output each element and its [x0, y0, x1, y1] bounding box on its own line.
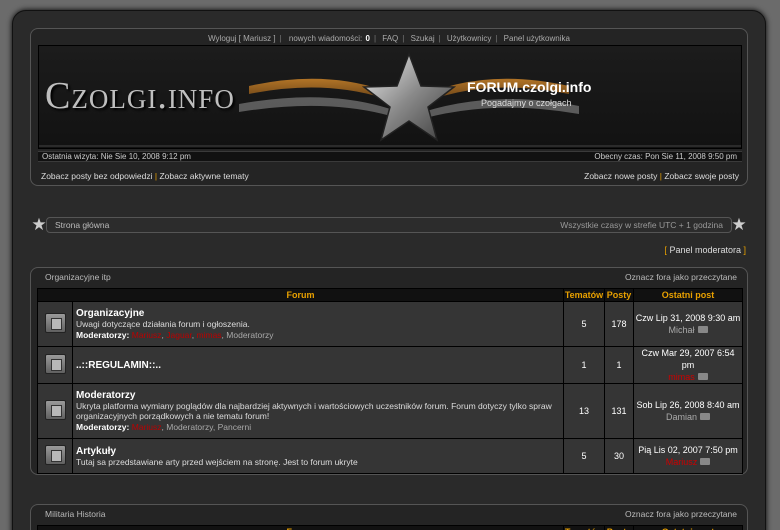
moderator-panel-link[interactable]: [ Panel moderatora ]	[664, 245, 746, 255]
topics-count: 5	[563, 438, 605, 474]
user-panel-link[interactable]: Panel użytkownika	[504, 34, 570, 43]
forum-row: Moderatorzy Ukryta platforma wymiany pog…	[37, 383, 743, 439]
last-post-user[interactable]: Michał	[668, 325, 694, 335]
folder-icon	[44, 444, 66, 465]
forum-row: Artykuły Tutaj sa przedstawiane arty prz…	[37, 438, 743, 474]
folder-icon	[44, 353, 66, 374]
forum-row: ..::REGULAMIN::.. 1 1 Czw Mar 29, 2007 6…	[37, 346, 743, 384]
folder-icon	[44, 399, 66, 420]
site-logo: Czolgi.info	[45, 75, 235, 117]
posts-count: 1	[604, 346, 634, 384]
last-post-column-header: Ostatni post	[633, 525, 743, 530]
goto-post-icon[interactable]	[697, 326, 708, 333]
search-link[interactable]: Szukaj	[411, 34, 435, 43]
last-post-cell: Czw Mar 29, 2007 6:54 pm mimas	[633, 346, 743, 384]
last-post-cell: Czw Lip 31, 2008 9:30 am Michał	[633, 301, 743, 347]
site-description: Pogadajmy o czołgach	[481, 98, 572, 108]
star-right-icon: ★	[731, 215, 747, 234]
logout-link[interactable]: Wyloguj [ Mariusz ]	[208, 34, 276, 43]
moderator-group-link[interactable]: Moderatorzy, Pancerni	[166, 422, 251, 432]
posts-count: 131	[604, 383, 634, 439]
last-post-cell: Sob Lip 26, 2008 8:40 am Damian	[633, 383, 743, 439]
category-header: Militaria Historia Oznacz fora jako prze…	[31, 505, 747, 523]
category-name[interactable]: Organizacyjne itp	[45, 272, 111, 282]
forum-description: Tutaj sa przedstawiane arty przed wejści…	[76, 456, 358, 467]
forum-description: Uwagi dotyczące działania forum i ogłosz…	[76, 319, 250, 329]
new-messages-count: 0	[365, 34, 370, 43]
new-messages-link[interactable]: nowych wiadomości: 0	[288, 34, 370, 43]
forum-title[interactable]: ..::REGULAMIN::..	[76, 360, 560, 371]
last-post-user[interactable]: Mariusz	[666, 457, 698, 467]
site-title: FORUM.czolgi.info	[467, 79, 592, 95]
last-visit-text: Ostatnia wizyta: Nie Sie 10, 2008 9:12 p…	[42, 152, 191, 161]
timezone-text: Wszystkie czasy w strefie UTC + 1 godzin…	[560, 220, 723, 230]
mark-read-link[interactable]: Oznacz fora jako przeczytane	[625, 505, 737, 523]
category-name[interactable]: Militaria Historia	[45, 509, 105, 519]
forum-description: Ukryta platforma wymiany poglądów dla na…	[76, 401, 552, 421]
new-posts-link[interactable]: Zobacz nowe posty	[584, 171, 657, 181]
header-panel: Wyloguj [ Mariusz ] | nowych wiadomości: …	[30, 28, 748, 186]
last-post-user[interactable]: mimas	[668, 372, 695, 382]
posts-count: 178	[604, 301, 634, 347]
topics-column-header: Tematów	[563, 525, 605, 530]
last-post-cell: Pią Lis 02, 2007 7:50 pm Mariusz	[633, 438, 743, 474]
moderator-link[interactable]: Mariusz	[132, 330, 162, 340]
goto-post-icon[interactable]	[700, 458, 711, 465]
forum-column-header: Forum	[37, 525, 564, 530]
last-post-date: Pią Lis 02, 2007 7:50 pm	[638, 445, 738, 455]
mark-read-link[interactable]: Oznacz fora jako przeczytane	[625, 268, 737, 286]
users-link[interactable]: Użytkownicy	[447, 34, 491, 43]
forum-moderators: Moderatorzy: Mariusz, Jaguar, mimas, Mod…	[76, 330, 274, 340]
forum-table: Forum Tematów Posty Ostatni post	[37, 525, 743, 530]
current-time-text: Obecny czas: Pon Sie 11, 2008 9:50 pm	[594, 152, 737, 161]
own-posts-link[interactable]: Zobacz swoje posty	[664, 171, 739, 181]
table-header-row: Forum Tematów Posty Ostatni post	[37, 525, 743, 530]
unanswered-posts-link[interactable]: Zobacz posty bez odpowiedzi	[41, 171, 153, 181]
table-header-row: Forum Tematów Posty Ostatni post	[37, 288, 743, 302]
moderator-link[interactable]: mimas	[197, 330, 222, 340]
star-icon	[361, 51, 457, 142]
posts-column-header: Posty	[604, 288, 634, 302]
forum-title[interactable]: Organizacyjne	[76, 308, 560, 319]
category-panel: Organizacyjne itp Oznacz fora jako przec…	[30, 267, 748, 475]
active-topics-link[interactable]: Zobacz aktywne tematy	[159, 171, 248, 181]
last-post-date: Czw Lip 31, 2008 9:30 am	[635, 313, 741, 323]
site-banner[interactable]: Czolgi.info FORUM.czolgi.info Pogadajmy …	[38, 45, 742, 149]
goto-post-icon[interactable]	[697, 373, 708, 380]
posts-count: 30	[604, 438, 634, 474]
category-header: Organizacyjne itp Oznacz fora jako przec…	[31, 268, 747, 286]
faq-link[interactable]: FAQ	[382, 34, 398, 43]
forum-moderators: Moderatorzy: Mariusz, Moderatorzy, Pance…	[76, 422, 252, 432]
last-post-date: Czw Mar 29, 2007 6:54 pm	[641, 348, 735, 370]
moderator-link[interactable]: Mariusz	[132, 422, 162, 432]
forum-row: Organizacyjne Uwagi dotyczące działania …	[37, 301, 743, 347]
goto-post-icon[interactable]	[700, 413, 710, 420]
search-links: Zobacz posty bez odpowiedzi | Zobacz akt…	[41, 171, 739, 181]
last-post-date: Sob Lip 26, 2008 8:40 am	[636, 400, 740, 410]
topics-count: 13	[563, 383, 605, 439]
breadcrumb: ★ Strona główna Wszystkie czasy w strefi…	[30, 216, 748, 235]
category-panel: Militaria Historia Oznacz fora jako prze…	[30, 504, 748, 530]
folder-icon	[44, 312, 66, 333]
moderator-group-link[interactable]: Moderatorzy	[226, 330, 273, 340]
moderator-link[interactable]: Jaguar	[166, 330, 192, 340]
forum-table: Forum Tematów Posty Ostatni post Organiz…	[37, 288, 743, 474]
topics-count: 1	[563, 346, 605, 384]
home-link[interactable]: Strona główna	[55, 220, 109, 230]
posts-column-header: Posty	[604, 525, 634, 530]
last-post-column-header: Ostatni post	[633, 288, 743, 302]
topics-column-header: Tematów	[563, 288, 605, 302]
forum-title[interactable]: Moderatorzy	[76, 390, 560, 401]
forum-column-header: Forum	[37, 288, 564, 302]
topics-count: 5	[563, 301, 605, 347]
forum-title[interactable]: Artykuły	[76, 446, 560, 457]
info-bar: Ostatnia wizyta: Nie Sie 10, 2008 9:12 p…	[38, 151, 742, 162]
last-post-user[interactable]: Damian	[666, 412, 697, 422]
top-links: Wyloguj [ Mariusz ] | nowych wiadomości: …	[208, 34, 570, 43]
